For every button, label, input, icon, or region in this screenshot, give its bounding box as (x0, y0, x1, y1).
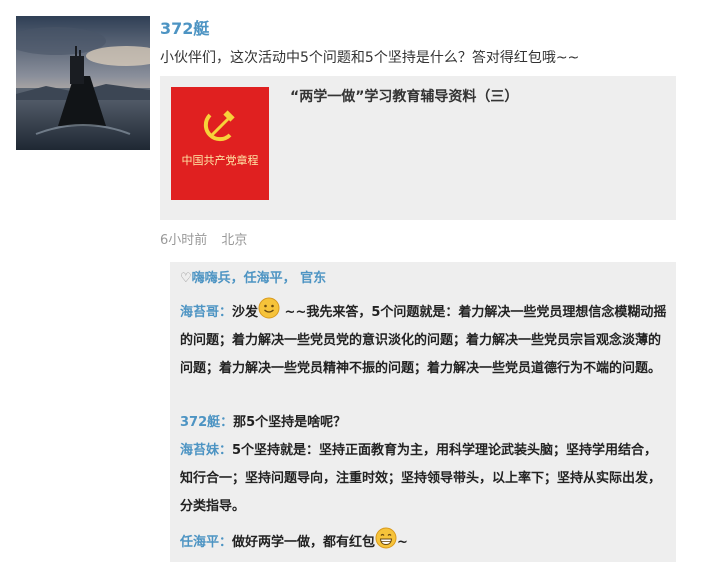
comment-list: 海苔哥：沙发 ~~我先来答，5个问题就是：着力解决一些党员理想信念模糊动摇的问题… (180, 297, 670, 557)
comment-item: 海苔妹：5个坚持就是：坚持正面教育为主，用科学理论武装头脑；坚持学用结合，知行合… (180, 437, 670, 519)
comment-author[interactable]: 任海平： (180, 535, 232, 550)
likes-row: ♡嗨嗨兵，任海平， 官东 (180, 270, 326, 288)
comment-author[interactable]: 海苔妹： (180, 443, 232, 458)
likes-names[interactable]: 嗨嗨兵，任海平， 官东 (192, 271, 327, 286)
comment-text: 做好两学一做，都有红包 (232, 535, 376, 550)
grin-emoji-icon (375, 527, 397, 549)
comment-text: ~ (397, 535, 408, 550)
comment-area: ♡嗨嗨兵，任海平， 官东 海苔哥：沙发 ~~我先来答，5个问题就是：着力解决一些… (170, 262, 676, 562)
share-title[interactable]: “两学一做”学习教育辅导资料（三） (290, 86, 518, 106)
submarine-photo (16, 16, 150, 150)
post-content: 小伙伴们，这次活动中5个问题和5个坚持是什么？答对得红包哦~~ (160, 50, 580, 66)
post-meta: 6小时前 北京 (160, 232, 680, 250)
post-username[interactable]: 372艇 (160, 18, 680, 42)
smile-emoji-icon (258, 297, 280, 319)
comment-text: 那5个坚持是啥呢？ (233, 415, 347, 430)
comment-author[interactable]: 372艇： (180, 415, 233, 430)
hammer-sickle-icon (203, 110, 235, 142)
avatar[interactable] (16, 16, 150, 150)
comment-author[interactable]: 海苔哥： (180, 305, 232, 320)
comment-item: 海苔哥：沙发 ~~我先来答，5个问题就是：着力解决一些党员理想信念模糊动摇的问题… (180, 297, 670, 409)
comment-item: 任海平：做好两学一做，都有红包 ~ (180, 527, 670, 557)
post-time: 6小时前 (160, 233, 208, 248)
party-constitution-thumbnail: 中国共产党章程 (171, 87, 269, 200)
share-card[interactable]: 中国共产党章程 “两学一做”学习教育辅导资料（三） (160, 76, 676, 220)
comment-item: 372艇：那5个坚持是啥呢？ (180, 409, 670, 437)
thumbnail-caption: 中国共产党章程 (181, 154, 259, 167)
comment-text: 沙发 (232, 305, 259, 320)
heart-icon: ♡ (180, 271, 192, 286)
post: 372艇 小伙伴们，这次活动中5个问题和5个坚持是什么？答对得红包哦~~ 中国共… (160, 18, 680, 250)
post-location[interactable]: 北京 (221, 233, 247, 248)
comment-text: 5个坚持就是：坚持正面教育为主，用科学理论武装头脑；坚持学用结合，知行合一；坚持… (180, 443, 662, 514)
